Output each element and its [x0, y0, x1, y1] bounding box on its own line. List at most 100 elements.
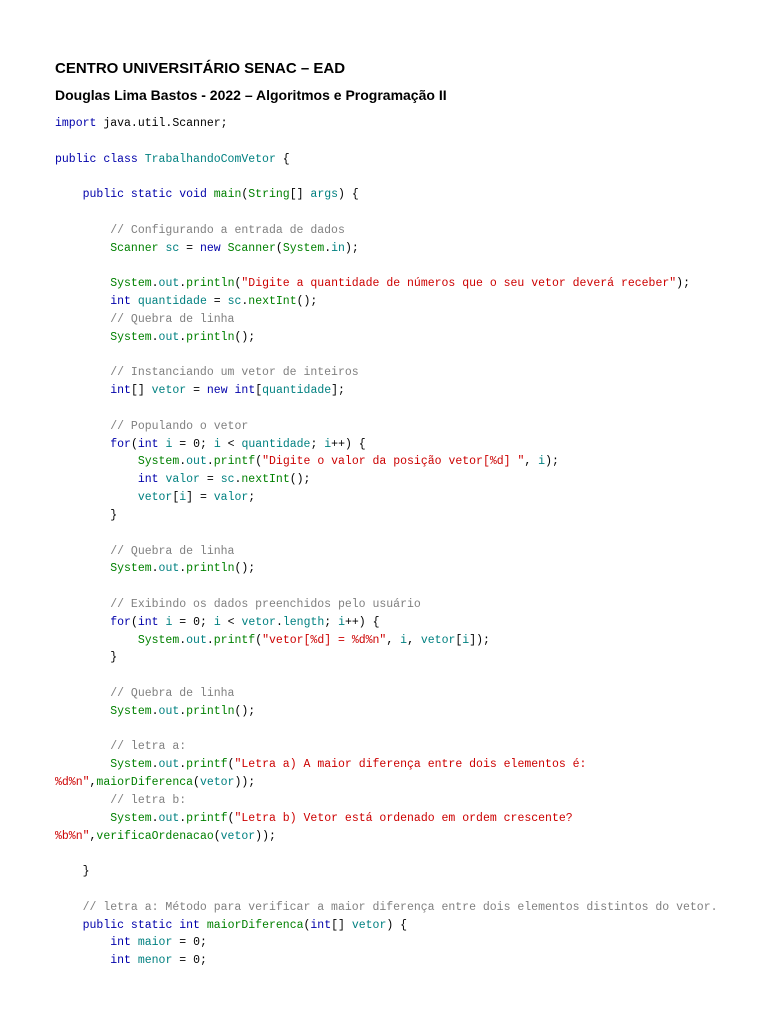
sp — [207, 188, 214, 201]
var-sc: sc — [221, 473, 235, 486]
paren: (); — [234, 562, 255, 575]
type-string: String — [248, 188, 289, 201]
paren: ( — [276, 242, 283, 255]
kw-public: public — [83, 188, 124, 201]
printf: printf — [186, 758, 227, 771]
dot: . — [152, 331, 159, 344]
out: out — [159, 331, 180, 344]
kw-static: static — [124, 188, 179, 201]
heading-author-course: Douglas Lima Bastos - 2022 – Algoritmos … — [55, 87, 713, 103]
kw-import: import — [55, 117, 96, 130]
kw-void: void — [179, 188, 207, 201]
system: System — [110, 705, 151, 718]
var: menor — [138, 954, 173, 967]
inc: ++) { — [345, 616, 380, 629]
kw-class: class — [96, 153, 144, 166]
string: "vetor[%d] = %d%n" — [262, 634, 386, 647]
bracket: ]); — [469, 634, 490, 647]
eq: = — [172, 438, 193, 451]
paren: (); — [290, 473, 311, 486]
comment: // Exibindo os dados preenchidos pelo us… — [110, 598, 421, 611]
lt: < — [221, 438, 242, 451]
paren: (); — [234, 705, 255, 718]
kw-public: public — [83, 919, 124, 932]
type-scanner: Scanner — [110, 242, 158, 255]
kw-int: int — [138, 438, 159, 451]
kw-for: for — [110, 438, 131, 451]
inc: ++) { — [331, 438, 366, 451]
paren: ( — [228, 758, 235, 771]
string: %d%n" — [55, 776, 90, 789]
var-vetor: vetor — [241, 616, 276, 629]
println: println — [186, 277, 234, 290]
var-vetor: vetor — [421, 634, 456, 647]
nextint: nextInt — [241, 473, 289, 486]
string: "Digite o valor da posição vetor[%d] " — [262, 455, 524, 468]
var-i: i — [214, 438, 221, 451]
system: System — [138, 455, 179, 468]
system: System — [138, 634, 179, 647]
paren: ( — [214, 830, 221, 843]
string: %b%n" — [55, 830, 90, 843]
kw-int: int — [110, 384, 131, 397]
comment: // Quebra de linha — [110, 313, 234, 326]
dot: . — [152, 277, 159, 290]
kw-int: int — [138, 473, 159, 486]
brace: } — [110, 509, 117, 522]
system: System — [110, 331, 151, 344]
brackets: [] — [290, 188, 311, 201]
comment: // letra a: — [110, 740, 186, 753]
var-sc: sc — [165, 242, 179, 255]
paren: )); — [234, 776, 255, 789]
code-block: import java.util.Scanner; public class T… — [55, 115, 713, 970]
var-vetor: vetor — [152, 384, 187, 397]
nextint: nextInt — [248, 295, 296, 308]
out: out — [159, 562, 180, 575]
heading-institution: CENTRO UNIVERSITÁRIO SENAC – EAD — [55, 60, 713, 77]
paren: ); — [676, 277, 690, 290]
sp — [131, 936, 138, 949]
println: println — [186, 331, 234, 344]
sp — [200, 919, 207, 932]
out: out — [159, 277, 180, 290]
paren: )); — [255, 830, 276, 843]
eq: = — [172, 936, 193, 949]
paren: ( — [131, 616, 138, 629]
brace: { — [276, 153, 290, 166]
println: println — [186, 705, 234, 718]
semi: ; — [200, 954, 207, 967]
eq: ] = — [186, 491, 214, 504]
var-i: i — [214, 616, 221, 629]
semi: ; — [200, 936, 207, 949]
system: System — [283, 242, 324, 255]
kw-new: new — [200, 242, 221, 255]
dot: . — [207, 455, 214, 468]
kw-int: int — [138, 616, 159, 629]
system: System — [110, 812, 151, 825]
brace: } — [110, 651, 117, 664]
var: valor — [214, 491, 249, 504]
out: out — [159, 812, 180, 825]
paren: ( — [228, 812, 235, 825]
var-vetor: vetor — [352, 919, 387, 932]
out: out — [186, 634, 207, 647]
kw-int: int — [179, 919, 200, 932]
lt: < — [221, 616, 242, 629]
eq: = — [172, 954, 193, 967]
system: System — [110, 562, 151, 575]
comma: , — [407, 634, 421, 647]
sp — [228, 384, 235, 397]
length: length — [283, 616, 324, 629]
var-vetor: vetor — [221, 830, 256, 843]
in: in — [331, 242, 345, 255]
dot: . — [152, 758, 159, 771]
dot: . — [152, 812, 159, 825]
println: println — [186, 562, 234, 575]
printf: printf — [186, 812, 227, 825]
kw-int: int — [110, 936, 131, 949]
brace: ) { — [338, 188, 359, 201]
string: "Letra a) A maior diferença entre dois e… — [235, 758, 587, 771]
semi: ; — [248, 491, 255, 504]
num: 0 — [193, 954, 200, 967]
kw-new: new — [207, 384, 228, 397]
